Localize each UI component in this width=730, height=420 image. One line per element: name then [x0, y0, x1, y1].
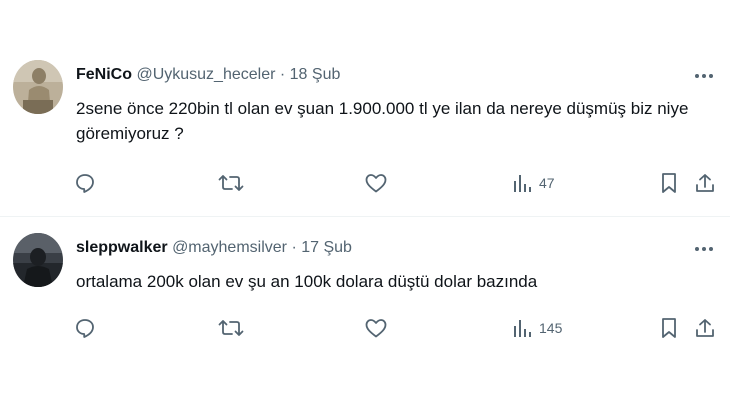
display-name[interactable]: sleppwalker: [76, 239, 168, 256]
more-options-button[interactable]: [692, 66, 716, 86]
heart-icon: [365, 174, 387, 193]
views-button[interactable]: 47: [511, 170, 555, 196]
bookmark-button[interactable]: [659, 315, 679, 341]
like-button[interactable]: [364, 170, 388, 196]
action-bar: 145: [0, 315, 730, 341]
more-options-icon: [695, 74, 713, 78]
user-handle[interactable]: @Uykusuz_heceler: [136, 66, 275, 83]
tweet-text: ortalama 200k olan ev şu an 100k dolara …: [76, 272, 538, 291]
more-options-icon: [695, 247, 713, 251]
view-count: 47: [539, 175, 555, 191]
display-name[interactable]: FeNiCo: [76, 66, 132, 83]
share-button[interactable]: [694, 315, 716, 341]
reply-button[interactable]: [74, 170, 96, 196]
avatar[interactable]: [13, 60, 63, 114]
bookmark-button[interactable]: [659, 170, 679, 196]
bookmark-icon: [662, 173, 676, 193]
tweet-header: sleppwalker @mayhemsilver · 17 Şub: [76, 238, 352, 258]
retweet-button[interactable]: [218, 170, 244, 196]
share-icon: [696, 319, 714, 337]
tweet-date[interactable]: 17 Şub: [301, 239, 352, 256]
heart-icon: [365, 319, 387, 338]
views-chart-icon: [514, 175, 531, 192]
more-options-button[interactable]: [692, 239, 716, 259]
retweet-button[interactable]: [218, 315, 244, 341]
separator-dot: ·: [279, 66, 286, 83]
dark-figure-avatar-icon: [13, 233, 63, 287]
view-count: 145: [539, 320, 563, 336]
share-icon: [696, 174, 714, 192]
views-chart-icon: [514, 320, 531, 337]
retweet-icon: [218, 320, 244, 336]
tweet-text: 2sene önce 220bin tl olan ev şuan 1.900.…: [76, 99, 689, 143]
retweet-icon: [218, 175, 244, 191]
reply-icon: [76, 319, 94, 338]
like-button[interactable]: [364, 315, 388, 341]
tweet-header: FeNiCo @Uykusuz_heceler · 18 Şub: [76, 65, 340, 85]
statue-photo-avatar-icon: [13, 60, 63, 114]
tweet-date[interactable]: 18 Şub: [290, 66, 341, 83]
reply-icon: [76, 174, 94, 193]
share-button[interactable]: [694, 170, 716, 196]
tweet[interactable]: FeNiCo @Uykusuz_heceler · 18 Şub 2sene ö…: [0, 48, 730, 216]
tweet[interactable]: sleppwalker @mayhemsilver · 17 Şub ortal…: [0, 217, 730, 357]
action-bar: 47: [0, 170, 730, 196]
bookmark-icon: [662, 318, 676, 338]
views-button[interactable]: 145: [511, 315, 562, 341]
separator-dot: ·: [291, 239, 297, 256]
avatar[interactable]: [13, 233, 63, 287]
user-handle[interactable]: @mayhemsilver: [172, 239, 287, 256]
reply-button[interactable]: [74, 315, 96, 341]
